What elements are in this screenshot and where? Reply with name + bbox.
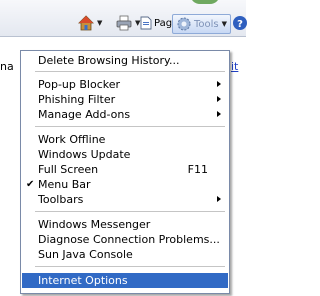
checkmark-icon: ✔ xyxy=(26,179,35,190)
menu-item-label: Phishing Filter xyxy=(38,93,116,106)
chevron-down-icon: ▼ xyxy=(221,20,228,28)
menu-separator xyxy=(35,71,225,72)
menu-item-label: Windows Update xyxy=(38,148,131,161)
menu-item-diagnose-connection[interactable]: Diagnose Connection Problems... xyxy=(22,232,228,247)
home-icon xyxy=(78,15,94,31)
help-icon: ? xyxy=(233,16,247,30)
menu-separator xyxy=(35,126,225,127)
tools-dropdown-menu: Delete Browsing History... Pop-up Blocke… xyxy=(20,50,230,294)
menu-item-work-offline[interactable]: Work Offline xyxy=(22,132,228,147)
page-text-fragment: na xyxy=(0,60,14,73)
menu-item-label: Menu Bar xyxy=(38,178,91,191)
menu-item-label: Manage Add-ons xyxy=(38,108,131,121)
menu-item-label: Diagnose Connection Problems... xyxy=(38,233,220,246)
submenu-arrow-icon xyxy=(217,111,221,117)
menu-item-label: Internet Options xyxy=(38,274,128,287)
menu-item-menu-bar[interactable]: ✔ Menu Bar xyxy=(22,177,228,192)
menu-item-label: Pop-up Blocker xyxy=(38,78,121,91)
printer-icon xyxy=(116,15,132,31)
menu-item-windows-messenger[interactable]: Windows Messenger xyxy=(22,217,228,232)
menu-item-toolbars[interactable]: Toolbars xyxy=(22,192,228,207)
menu-item-label: Windows Messenger xyxy=(38,218,151,231)
gear-icon xyxy=(177,17,191,31)
menu-item-shortcut: F11 xyxy=(187,163,208,176)
menu-item-manage-addons[interactable]: Manage Add-ons xyxy=(22,107,228,122)
menu-item-popup-blocker[interactable]: Pop-up Blocker xyxy=(22,77,228,92)
menu-separator xyxy=(35,266,225,267)
menu-item-label: Delete Browsing History... xyxy=(38,54,180,67)
home-button[interactable]: ▼ xyxy=(78,14,102,32)
menu-item-phishing-filter[interactable]: Phishing Filter xyxy=(22,92,228,107)
menu-item-label: Work Offline xyxy=(38,133,106,146)
menu-item-label: Full Screen xyxy=(38,163,99,176)
menu-item-label: Toolbars xyxy=(38,193,84,206)
menu-item-sun-java-console[interactable]: Sun Java Console xyxy=(22,247,228,262)
submenu-arrow-icon xyxy=(217,196,221,202)
print-button[interactable]: ▼ xyxy=(116,14,140,32)
tools-menu-button[interactable]: Tools ▼ xyxy=(172,14,231,34)
submenu-arrow-icon xyxy=(217,96,221,102)
menu-item-full-screen[interactable]: Full Screen F11 xyxy=(22,162,228,177)
menu-item-windows-update[interactable]: Windows Update xyxy=(22,147,228,162)
decorative-arc xyxy=(190,0,220,4)
menu-item-label: Sun Java Console xyxy=(38,248,133,261)
chevron-down-icon[interactable]: ▼ xyxy=(97,19,102,27)
menu-item-delete-browsing-history[interactable]: Delete Browsing History... xyxy=(22,53,228,68)
page-link-fragment[interactable]: it xyxy=(231,60,238,73)
page-icon xyxy=(140,16,152,30)
svg-text:?: ? xyxy=(237,19,243,30)
menu-item-internet-options[interactable]: Internet Options xyxy=(22,273,228,288)
help-button[interactable]: ? xyxy=(232,14,248,32)
menu-separator xyxy=(35,211,225,212)
tools-menu-label: Tools xyxy=(194,18,219,30)
command-bar: ▼ ▼ Page ▼ Tools ▼ ? xyxy=(0,0,248,37)
submenu-arrow-icon xyxy=(217,81,221,87)
